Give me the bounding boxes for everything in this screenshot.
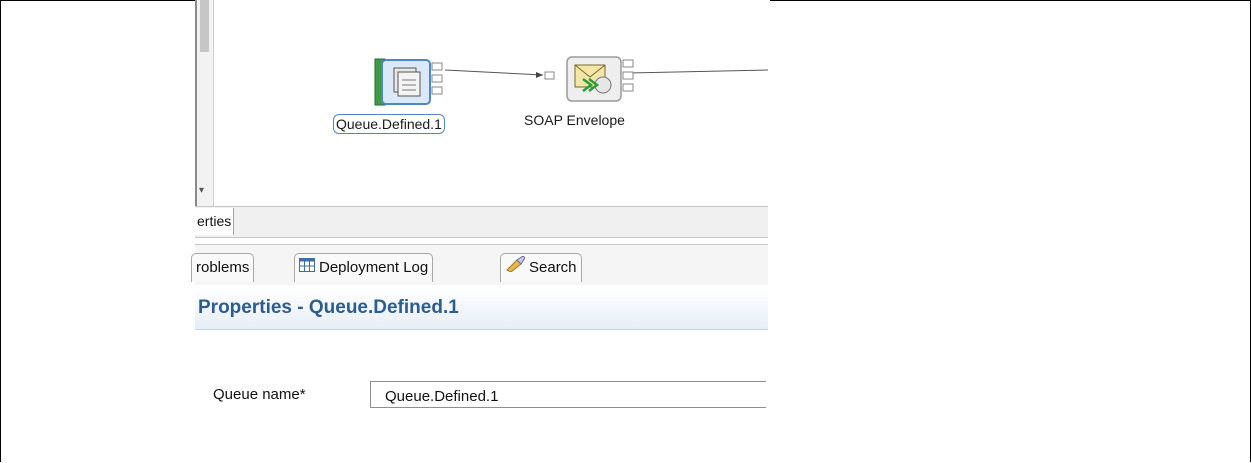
flashlight-icon	[505, 254, 526, 282]
queue-icon	[374, 58, 443, 106]
queue-node[interactable]	[374, 58, 444, 106]
tab-search[interactable]: Search	[500, 253, 582, 282]
flow-canvas[interactable]	[195, 0, 770, 207]
table-icon	[299, 254, 315, 282]
queue-name-label: Queue name*	[213, 386, 306, 403]
properties-title: Properties - Queue.Defined.1	[198, 297, 459, 318]
tab-problems-label: roblems	[196, 259, 250, 276]
tab-properties[interactable]: erties	[195, 208, 235, 235]
queue-name-input[interactable]	[370, 381, 766, 408]
editor-tab-row: erties	[195, 206, 768, 238]
soap-envelope-label[interactable]: SOAP Envelope	[524, 112, 625, 128]
queue-node-label[interactable]: Queue.Defined.1	[333, 114, 445, 134]
soap-envelope-node[interactable]	[543, 55, 643, 105]
soap-envelope-icon	[544, 56, 634, 102]
tab-deployment-log[interactable]: Deployment Log	[294, 253, 434, 282]
tab-deployment-log-label: Deployment Log	[319, 259, 429, 276]
scrollbar-thumb[interactable]	[200, 0, 209, 52]
scroll-down-arrow-icon[interactable]: ▾	[199, 185, 204, 196]
tab-search-label: Search	[529, 259, 577, 276]
tab-problems[interactable]: roblems	[191, 253, 255, 282]
properties-header: Properties - Queue.Defined.1	[195, 287, 768, 330]
canvas-vertical-scrollbar[interactable]: ▾	[197, 0, 214, 207]
view-tab-row: roblems Deployment Log Search	[191, 244, 768, 285]
